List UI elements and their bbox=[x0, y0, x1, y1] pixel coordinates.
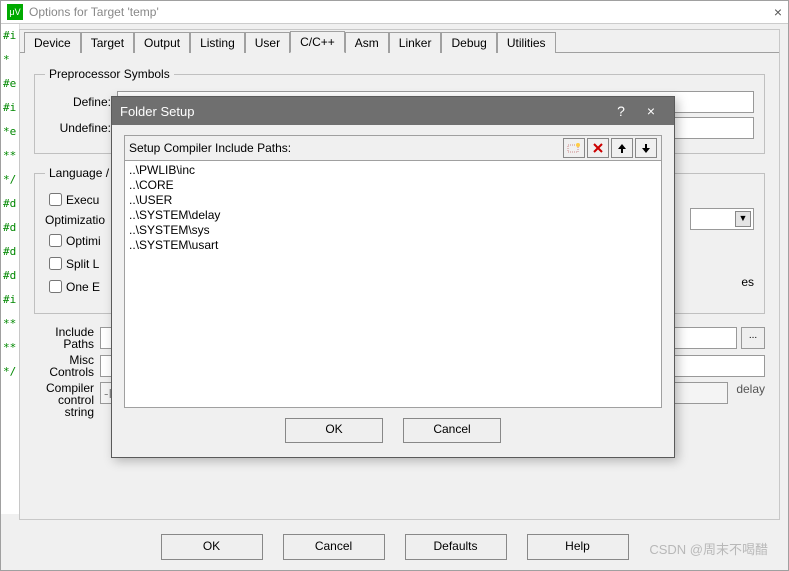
execute-only-label: Execu bbox=[66, 193, 99, 207]
list-item[interactable]: ..\USER bbox=[129, 193, 657, 208]
optimization-label: Optimizatio bbox=[45, 213, 109, 227]
setup-compiler-label: Setup Compiler Include Paths: bbox=[129, 141, 561, 155]
tab-linker[interactable]: Linker bbox=[389, 32, 442, 53]
misc-controls-label: Misc Controls bbox=[34, 354, 100, 378]
cancel-button[interactable]: Cancel bbox=[283, 534, 385, 560]
arrow-up-icon bbox=[616, 142, 628, 154]
execute-only-check[interactable] bbox=[49, 193, 62, 206]
help-button[interactable]: Help bbox=[527, 534, 629, 560]
new-folder-button[interactable] bbox=[563, 138, 585, 158]
setup-label-row: Setup Compiler Include Paths: bbox=[124, 135, 662, 161]
include-paths-label: Include Paths bbox=[34, 326, 100, 350]
list-item[interactable]: ..\PWLIB\inc bbox=[129, 163, 657, 178]
tab-output[interactable]: Output bbox=[134, 32, 190, 53]
folder-ok-button[interactable]: OK bbox=[285, 418, 383, 443]
tab-target[interactable]: Target bbox=[81, 32, 134, 53]
list-item[interactable]: ..\CORE bbox=[129, 178, 657, 193]
window-titlebar: μV Options for Target 'temp' × bbox=[1, 1, 788, 24]
list-item[interactable]: ..\SYSTEM\sys bbox=[129, 223, 657, 238]
defaults-button[interactable]: Defaults bbox=[405, 534, 507, 560]
include-paths-browse[interactable]: ... bbox=[741, 327, 765, 349]
compiler-string-label: Compiler control string bbox=[34, 382, 100, 418]
folder-setup-titlebar: Folder Setup ? × bbox=[112, 97, 674, 125]
tab-strip: DeviceTargetOutputListingUserC/C++AsmLin… bbox=[20, 30, 779, 53]
split-load-check[interactable] bbox=[49, 257, 62, 270]
folder-setup-title: Folder Setup bbox=[120, 104, 194, 119]
folder-setup-body: Setup Compiler Include Paths: ..\PWLIB\i… bbox=[112, 125, 674, 457]
tab-utilities[interactable]: Utilities bbox=[497, 32, 556, 53]
ok-button[interactable]: OK bbox=[161, 534, 263, 560]
main-button-row: OK Cancel Defaults Help bbox=[1, 534, 788, 560]
folder-cancel-button[interactable]: Cancel bbox=[403, 418, 501, 443]
folder-setup-dialog: Folder Setup ? × Setup Compiler Include … bbox=[111, 96, 675, 458]
new-folder-icon bbox=[567, 142, 581, 154]
tab-asm[interactable]: Asm bbox=[345, 32, 389, 53]
chevron-down-icon: ▼ bbox=[735, 211, 751, 227]
move-down-button[interactable] bbox=[635, 138, 657, 158]
define-label: Define: bbox=[45, 95, 117, 109]
list-item[interactable]: ..\SYSTEM\usart bbox=[129, 238, 657, 253]
list-item[interactable]: ..\SYSTEM\delay bbox=[129, 208, 657, 223]
arrow-down-icon bbox=[640, 142, 652, 154]
tab-cc[interactable]: C/C++ bbox=[290, 31, 345, 53]
preproc-legend: Preprocessor Symbols bbox=[45, 67, 174, 81]
warnings-combo[interactable]: ▼ bbox=[690, 208, 754, 230]
window-title: Options for Target 'temp' bbox=[29, 5, 159, 19]
folder-setup-buttons: OK Cancel bbox=[124, 408, 662, 445]
help-icon[interactable]: ? bbox=[606, 100, 636, 122]
move-up-button[interactable] bbox=[611, 138, 633, 158]
editor-gutter: #i* #e#i*e***/#d#d#d#d#i*****/ bbox=[1, 24, 20, 514]
delete-icon bbox=[592, 142, 604, 154]
one-elf-check[interactable] bbox=[49, 280, 62, 293]
tab-device[interactable]: Device bbox=[24, 32, 81, 53]
tab-debug[interactable]: Debug bbox=[441, 32, 496, 53]
app-icon: μV bbox=[7, 4, 23, 20]
options-window: μV Options for Target 'temp' × #i* #e#i*… bbox=[0, 0, 789, 571]
include-paths-list[interactable]: ..\PWLIB\inc..\CORE..\USER..\SYSTEM\dela… bbox=[124, 161, 662, 408]
compiler-trail: delay bbox=[736, 382, 765, 396]
undefine-label: Undefine: bbox=[45, 121, 117, 135]
tab-user[interactable]: User bbox=[245, 32, 290, 53]
delete-button[interactable] bbox=[587, 138, 609, 158]
close-icon[interactable]: × bbox=[636, 100, 666, 122]
optimize-time-check[interactable] bbox=[49, 234, 62, 247]
tab-listing[interactable]: Listing bbox=[190, 32, 245, 53]
window-close-icon[interactable]: × bbox=[774, 4, 782, 20]
